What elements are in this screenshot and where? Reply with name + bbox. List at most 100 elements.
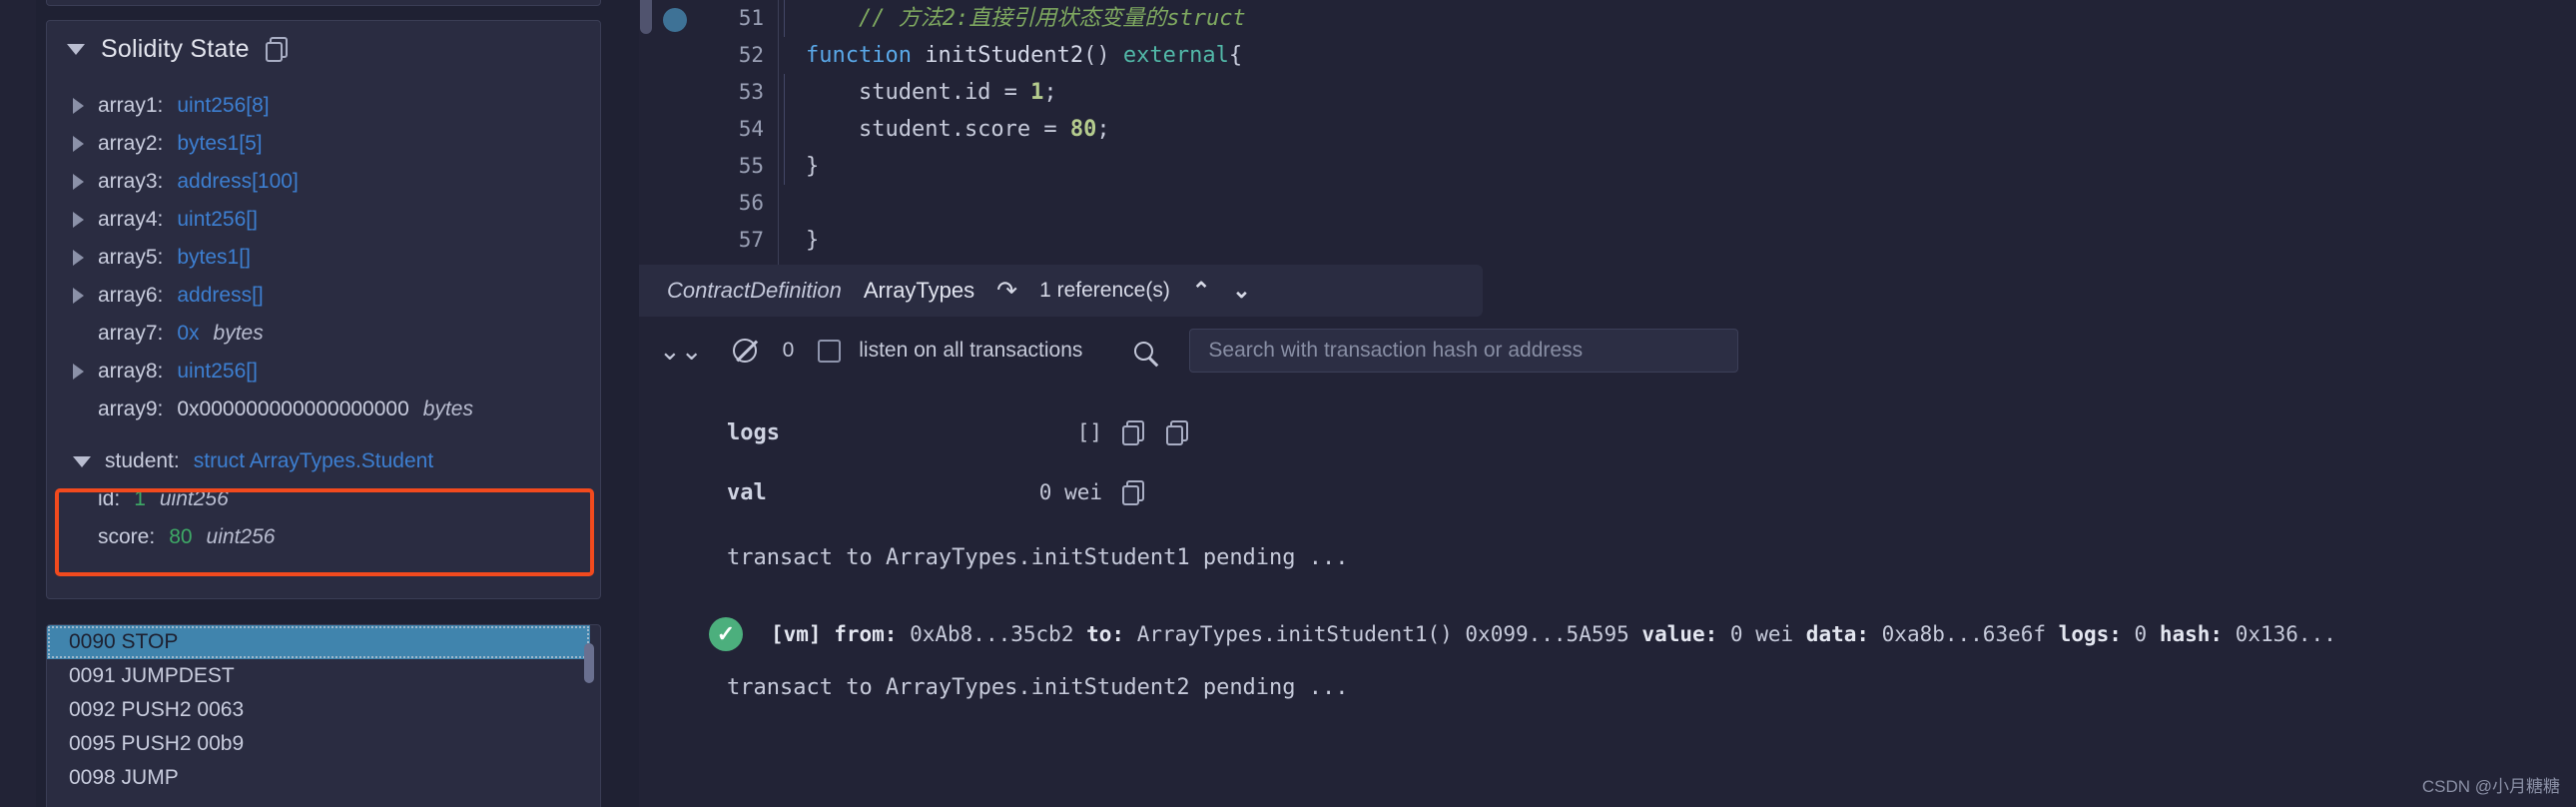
code-line[interactable]: function initStudent2() external{ bbox=[784, 37, 2571, 74]
line-number: 52 bbox=[738, 43, 764, 67]
state-type: uint256[] bbox=[177, 208, 258, 231]
state-row-array5[interactable]: array5: bytes1[] bbox=[47, 239, 600, 277]
listen-on-all-transactions-label[interactable]: listen on all transactions bbox=[859, 339, 1082, 363]
caret-down-icon[interactable] bbox=[67, 43, 85, 55]
opcode-row[interactable]: 0098 JUMP bbox=[47, 761, 600, 795]
search-icon[interactable] bbox=[1134, 341, 1175, 361]
line-number: 53 bbox=[738, 80, 764, 104]
contract-definition-bar[interactable]: ContractDefinition ArrayTypes ↷ 1 refere… bbox=[639, 265, 1483, 317]
row-key: logs bbox=[727, 419, 780, 445]
tx-field-label: [vm] bbox=[771, 622, 822, 646]
state-row-array7[interactable]: array7: 0x bytes bbox=[47, 315, 600, 353]
code-token: ; bbox=[1043, 80, 1057, 105]
state-type: uint256[8] bbox=[177, 94, 270, 117]
code-line[interactable]: // 方法2:直接引用状态变量的struct bbox=[784, 0, 2571, 37]
copy-icon[interactable] bbox=[1122, 480, 1144, 505]
terminal-output[interactable]: logs [] val 0 wei transact to ArrayTypes… bbox=[639, 395, 2576, 807]
chevron-down-icon[interactable]: ⌄ bbox=[1232, 278, 1250, 304]
caret-right-icon[interactable] bbox=[73, 288, 84, 304]
pending-log-1: transact to ArrayTypes.initStudent1 pend… bbox=[727, 545, 1349, 570]
code-token: } bbox=[806, 154, 820, 179]
state-type-suffix: bytes bbox=[213, 322, 264, 345]
code-token: student.id = bbox=[806, 80, 1031, 105]
state-type-suffix: bytes bbox=[422, 398, 473, 420]
state-name: array8: bbox=[98, 360, 164, 383]
opcodes-panel[interactable]: 0090 STOP 0091 JUMPDEST 0092 PUSH2 0063 … bbox=[46, 624, 601, 807]
copy-icon[interactable] bbox=[265, 37, 288, 62]
code-token: () bbox=[1083, 43, 1123, 68]
state-type: uint256[] bbox=[177, 360, 258, 383]
caret-down-icon[interactable] bbox=[73, 455, 91, 467]
tx-field-value: 0 wei bbox=[1717, 622, 1806, 646]
code-line[interactable] bbox=[784, 185, 2571, 222]
code-token: initStudent2 bbox=[925, 43, 1084, 68]
editor-scrollbar[interactable] bbox=[640, 0, 652, 34]
tx-field-label: logs: bbox=[2058, 622, 2122, 646]
clear-console-icon[interactable] bbox=[732, 339, 757, 363]
code-line[interactable]: student.score = 80; bbox=[784, 111, 2571, 148]
code-line[interactable]: } bbox=[784, 148, 2571, 185]
caret-right-icon[interactable] bbox=[73, 136, 84, 152]
code-token: student.score = bbox=[806, 117, 1070, 142]
state-row-array1[interactable]: array1: uint256[8] bbox=[47, 87, 600, 125]
code-token: external bbox=[1122, 43, 1229, 68]
state-row-array2[interactable]: array2: bytes1[5] bbox=[47, 125, 600, 163]
code-line[interactable]: student.id = 1; bbox=[784, 74, 2571, 111]
opcode-row[interactable]: 0090 STOP bbox=[47, 625, 590, 659]
state-row-student[interactable]: student: struct ArrayTypes.Student bbox=[47, 442, 600, 480]
state-name: array5: bbox=[98, 246, 164, 269]
tx-field-value: 0xa8b...63e6f bbox=[1869, 622, 2059, 646]
search-input[interactable]: Search with transaction hash or address bbox=[1189, 329, 1739, 373]
caret-right-icon[interactable] bbox=[73, 364, 84, 380]
code-token: } bbox=[806, 228, 820, 253]
opcode-row[interactable]: 0095 PUSH2 00b9 bbox=[47, 727, 600, 761]
caret-right-icon[interactable] bbox=[73, 212, 84, 228]
copy-icon[interactable] bbox=[1122, 420, 1144, 445]
line-number: 54 bbox=[738, 117, 764, 141]
main-area: 51 52 53 54 55 56 57 // 方法2:直接引用状态变量的str… bbox=[639, 0, 2576, 807]
transaction-result-row[interactable]: ✓ [vm] from: 0xAb8...35cb2 to: ArrayType… bbox=[639, 604, 2576, 664]
opcodes-scrollbar[interactable] bbox=[584, 643, 594, 683]
terminal-row-val: val 0 wei bbox=[639, 470, 2576, 514]
state-type: 0x bbox=[177, 322, 200, 345]
left-sidebar: Solidity State array1: uint256[8] array2… bbox=[0, 0, 639, 807]
breakpoint-icon[interactable] bbox=[663, 8, 687, 32]
state-row-array6[interactable]: array6: address[] bbox=[47, 277, 600, 315]
listen-on-all-transactions-checkbox[interactable] bbox=[818, 339, 842, 363]
state-type: address[] bbox=[177, 284, 264, 307]
line-number: 57 bbox=[738, 228, 764, 252]
state-row-array3[interactable]: array3: address[100] bbox=[47, 163, 600, 201]
state-row-array8[interactable]: array8: uint256[] bbox=[47, 353, 600, 391]
caret-right-icon[interactable] bbox=[73, 174, 84, 190]
code-editor[interactable]: 51 52 53 54 55 56 57 // 方法2:直接引用状态变量的str… bbox=[639, 0, 2576, 265]
code-token: ; bbox=[1096, 117, 1110, 142]
opcode-row[interactable]: 0091 JUMPDEST bbox=[47, 659, 600, 693]
state-value: 0x000000000000000000 bbox=[177, 398, 409, 420]
state-name: array3: bbox=[98, 170, 164, 193]
state-type: struct ArrayTypes.Student bbox=[193, 449, 434, 472]
pending-log-2: transact to ArrayTypes.initStudent2 pend… bbox=[727, 675, 1349, 700]
state-type: bytes1[] bbox=[177, 246, 251, 269]
remix-ide-window: Solidity State array1: uint256[8] array2… bbox=[0, 0, 2576, 807]
copy-icon[interactable] bbox=[1166, 420, 1188, 445]
terminal-toolbar: ⌄⌄ 0 listen on all transactions Search w… bbox=[639, 320, 2576, 382]
chevrons-down-icon[interactable]: ⌄⌄ bbox=[659, 336, 703, 367]
chevron-up-icon[interactable]: ⌃ bbox=[1192, 278, 1210, 304]
state-row-array9[interactable]: array9: 0x000000000000000000 bytes bbox=[47, 391, 600, 428]
opcode-row[interactable]: 0092 PUSH2 0063 bbox=[47, 693, 600, 727]
state-name: student: bbox=[105, 449, 180, 472]
student-highlight-annotation bbox=[55, 488, 594, 576]
row-value: 0 wei bbox=[1038, 480, 1102, 504]
state-row-array4[interactable]: array4: uint256[] bbox=[47, 201, 600, 239]
share-arrow-icon[interactable]: ↷ bbox=[996, 278, 1017, 304]
caret-right-icon[interactable] bbox=[73, 250, 84, 266]
code-lines[interactable]: // 方法2:直接引用状态变量的struct function initStude… bbox=[784, 0, 2571, 265]
solidity-state-header[interactable]: Solidity State bbox=[47, 21, 600, 77]
contract-kind: ContractDefinition bbox=[667, 278, 842, 303]
tx-field-value: 0x136... bbox=[2223, 622, 2336, 646]
code-line[interactable]: } bbox=[784, 222, 2571, 259]
row-key: val bbox=[727, 479, 767, 505]
line-number: 56 bbox=[738, 191, 764, 215]
caret-right-icon[interactable] bbox=[73, 98, 84, 114]
